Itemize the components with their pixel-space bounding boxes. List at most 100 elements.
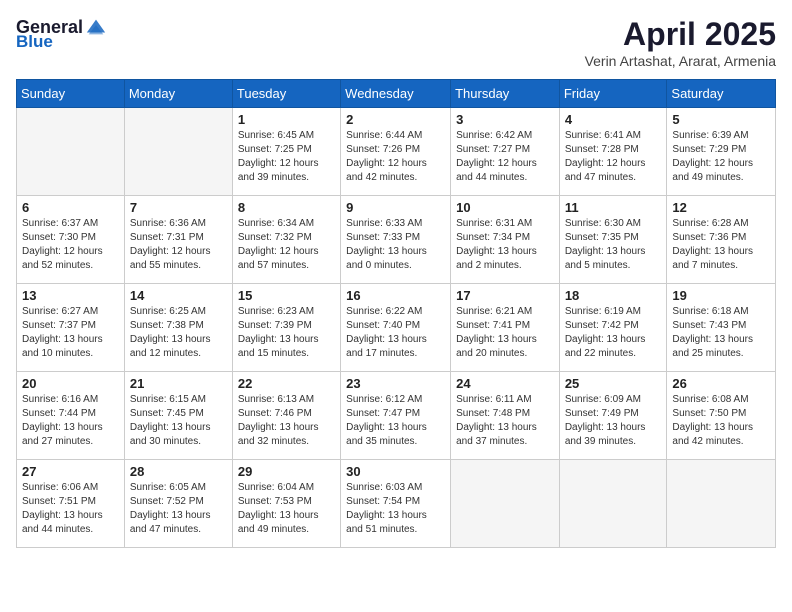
calendar-cell <box>451 460 560 548</box>
day-info: Sunrise: 6:34 AM Sunset: 7:32 PM Dayligh… <box>238 217 335 273</box>
calendar-cell: 8 Sunrise: 6:34 AM Sunset: 7:32 PM Daylig… <box>232 196 340 284</box>
day-number: 6 <box>22 200 119 215</box>
day-number: 16 <box>346 288 445 303</box>
day-number: 3 <box>456 112 554 127</box>
day-info: Sunrise: 6:03 AM Sunset: 7:54 PM Dayligh… <box>346 481 445 537</box>
day-number: 12 <box>672 200 770 215</box>
day-info: Sunrise: 6:22 AM Sunset: 7:40 PM Dayligh… <box>346 305 445 361</box>
day-info: Sunrise: 6:21 AM Sunset: 7:41 PM Dayligh… <box>456 305 554 361</box>
day-info: Sunrise: 6:11 AM Sunset: 7:48 PM Dayligh… <box>456 393 554 449</box>
calendar-cell: 1 Sunrise: 6:45 AM Sunset: 7:25 PM Daylig… <box>232 108 340 196</box>
day-number: 17 <box>456 288 554 303</box>
day-info: Sunrise: 6:27 AM Sunset: 7:37 PM Dayligh… <box>22 305 119 361</box>
day-info: Sunrise: 6:28 AM Sunset: 7:36 PM Dayligh… <box>672 217 770 273</box>
calendar-cell: 20 Sunrise: 6:16 AM Sunset: 7:44 PM Dayli… <box>17 372 125 460</box>
day-number: 2 <box>346 112 445 127</box>
calendar-cell: 14 Sunrise: 6:25 AM Sunset: 7:38 PM Dayli… <box>124 284 232 372</box>
day-number: 23 <box>346 376 445 391</box>
calendar-cell: 13 Sunrise: 6:27 AM Sunset: 7:37 PM Dayli… <box>17 284 125 372</box>
day-number: 11 <box>565 200 662 215</box>
day-info: Sunrise: 6:19 AM Sunset: 7:42 PM Dayligh… <box>565 305 662 361</box>
day-number: 24 <box>456 376 554 391</box>
day-number: 13 <box>22 288 119 303</box>
calendar-cell: 7Sunrise: 6:36 AM Sunset: 7:31 PM Daylig… <box>124 196 232 284</box>
col-header-sunday: Sunday <box>17 80 125 108</box>
calendar-cell: 19 Sunrise: 6:18 AM Sunset: 7:43 PM Dayli… <box>667 284 776 372</box>
day-number: 28 <box>130 464 227 479</box>
calendar-cell <box>559 460 667 548</box>
day-number: 21 <box>130 376 227 391</box>
logo: General Blue <box>16 16 107 52</box>
page-header: General Blue April 2025 Verin Artashat, … <box>16 16 776 69</box>
col-header-wednesday: Wednesday <box>341 80 451 108</box>
calendar-cell: 16 Sunrise: 6:22 AM Sunset: 7:40 PM Dayli… <box>341 284 451 372</box>
day-info: Sunrise: 6:39 AM Sunset: 7:29 PM Dayligh… <box>672 129 770 185</box>
calendar-cell: 12 Sunrise: 6:28 AM Sunset: 7:36 PM Dayli… <box>667 196 776 284</box>
day-info: Sunrise: 6:12 AM Sunset: 7:47 PM Dayligh… <box>346 393 445 449</box>
col-header-friday: Friday <box>559 80 667 108</box>
day-info: Sunrise: 6:41 AM Sunset: 7:28 PM Dayligh… <box>565 129 662 185</box>
day-info: Sunrise: 6:04 AM Sunset: 7:53 PM Dayligh… <box>238 481 335 537</box>
day-info: Sunrise: 6:06 AM Sunset: 7:51 PM Dayligh… <box>22 481 119 537</box>
col-header-saturday: Saturday <box>667 80 776 108</box>
day-number: 27 <box>22 464 119 479</box>
day-info: Sunrise: 6:23 AM Sunset: 7:39 PM Dayligh… <box>238 305 335 361</box>
day-info: Sunrise: 6:09 AM Sunset: 7:49 PM Dayligh… <box>565 393 662 449</box>
col-header-thursday: Thursday <box>451 80 560 108</box>
day-info: Sunrise: 6:25 AM Sunset: 7:38 PM Dayligh… <box>130 305 227 361</box>
calendar-cell: 18 Sunrise: 6:19 AM Sunset: 7:42 PM Dayli… <box>559 284 667 372</box>
day-number: 20 <box>22 376 119 391</box>
day-number: 26 <box>672 376 770 391</box>
logo-icon <box>85 16 107 38</box>
day-number: 25 <box>565 376 662 391</box>
day-number: 4 <box>565 112 662 127</box>
day-number: 5 <box>672 112 770 127</box>
calendar-cell: 4 Sunrise: 6:41 AM Sunset: 7:28 PM Daylig… <box>559 108 667 196</box>
day-info: Sunrise: 6:08 AM Sunset: 7:50 PM Dayligh… <box>672 393 770 449</box>
calendar-cell: 24 Sunrise: 6:11 AM Sunset: 7:48 PM Dayli… <box>451 372 560 460</box>
day-info: Sunrise: 6:16 AM Sunset: 7:44 PM Dayligh… <box>22 393 119 449</box>
calendar-cell: 25 Sunrise: 6:09 AM Sunset: 7:49 PM Dayli… <box>559 372 667 460</box>
day-info: Sunrise: 6:33 AM Sunset: 7:33 PM Dayligh… <box>346 217 445 273</box>
calendar-cell <box>667 460 776 548</box>
calendar-cell: 15 Sunrise: 6:23 AM Sunset: 7:39 PM Dayli… <box>232 284 340 372</box>
calendar-cell: 6 Sunrise: 6:37 AM Sunset: 7:30 PM Daylig… <box>17 196 125 284</box>
calendar-cell: 3 Sunrise: 6:42 AM Sunset: 7:27 PM Daylig… <box>451 108 560 196</box>
day-info: Sunrise: 6:05 AM Sunset: 7:52 PM Dayligh… <box>130 481 227 537</box>
calendar-cell: 29 Sunrise: 6:04 AM Sunset: 7:53 PM Dayli… <box>232 460 340 548</box>
calendar-cell: 23 Sunrise: 6:12 AM Sunset: 7:47 PM Dayli… <box>341 372 451 460</box>
calendar-cell: 27 Sunrise: 6:06 AM Sunset: 7:51 PM Dayli… <box>17 460 125 548</box>
calendar-cell <box>124 108 232 196</box>
day-number: 18 <box>565 288 662 303</box>
day-number: 30 <box>346 464 445 479</box>
day-number: 29 <box>238 464 335 479</box>
day-number: 7 <box>130 200 227 215</box>
calendar-cell: 11Sunrise: 6:30 AM Sunset: 7:35 PM Dayli… <box>559 196 667 284</box>
day-number: 22 <box>238 376 335 391</box>
day-info: Sunrise: 6:31 AM Sunset: 7:34 PM Dayligh… <box>456 217 554 273</box>
calendar-cell: 26 Sunrise: 6:08 AM Sunset: 7:50 PM Dayli… <box>667 372 776 460</box>
calendar-cell: 21 Sunrise: 6:15 AM Sunset: 7:45 PM Dayli… <box>124 372 232 460</box>
day-number: 19 <box>672 288 770 303</box>
day-info: Sunrise: 6:15 AM Sunset: 7:45 PM Dayligh… <box>130 393 227 449</box>
calendar-cell <box>17 108 125 196</box>
calendar-cell: 10 Sunrise: 6:31 AM Sunset: 7:34 PM Dayli… <box>451 196 560 284</box>
day-number: 10 <box>456 200 554 215</box>
calendar-cell: 22 Sunrise: 6:13 AM Sunset: 7:46 PM Dayli… <box>232 372 340 460</box>
calendar-cell: 17 Sunrise: 6:21 AM Sunset: 7:41 PM Dayli… <box>451 284 560 372</box>
calendar-cell: 5 Sunrise: 6:39 AM Sunset: 7:29 PM Daylig… <box>667 108 776 196</box>
day-info: Sunrise: 6:37 AM Sunset: 7:30 PM Dayligh… <box>22 217 119 273</box>
day-number: 9 <box>346 200 445 215</box>
day-number: 8 <box>238 200 335 215</box>
day-info: Sunrise: 6:13 AM Sunset: 7:46 PM Dayligh… <box>238 393 335 449</box>
title-area: April 2025 Verin Artashat, Ararat, Armen… <box>585 16 776 69</box>
col-header-tuesday: Tuesday <box>232 80 340 108</box>
day-number: 1 <box>238 112 335 127</box>
day-number: 14 <box>130 288 227 303</box>
day-number: 15 <box>238 288 335 303</box>
calendar-cell: 9 Sunrise: 6:33 AM Sunset: 7:33 PM Daylig… <box>341 196 451 284</box>
calendar-table: SundayMondayTuesdayWednesdayThursdayFrid… <box>16 79 776 548</box>
day-info: Sunrise: 6:45 AM Sunset: 7:25 PM Dayligh… <box>238 129 335 185</box>
day-info: Sunrise: 6:18 AM Sunset: 7:43 PM Dayligh… <box>672 305 770 361</box>
day-info: Sunrise: 6:42 AM Sunset: 7:27 PM Dayligh… <box>456 129 554 185</box>
